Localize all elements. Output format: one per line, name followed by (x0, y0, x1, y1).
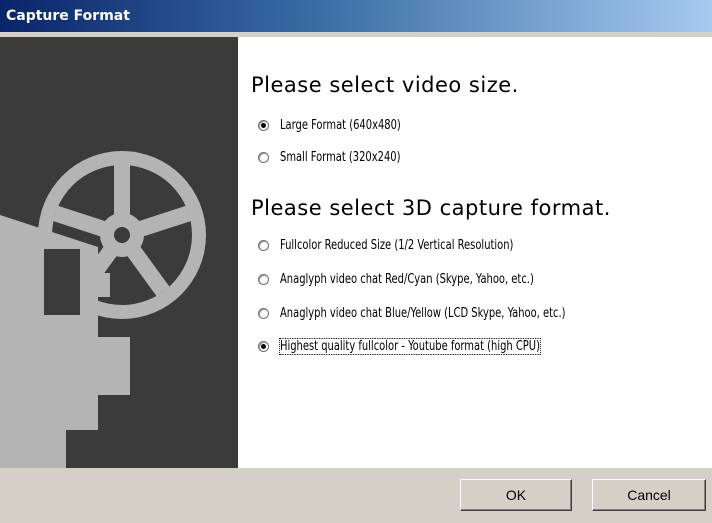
radio-button[interactable] (258, 239, 269, 251)
capture-format-heading: Please select 3D capture format. (251, 196, 611, 220)
radio-label[interactable]: Small Format (320x240) (280, 150, 400, 165)
radio-large-format[interactable]: Large Format (640x480) (258, 116, 422, 134)
radio-small-format[interactable]: Small Format (320x240) (258, 148, 422, 166)
options-panel: Please select video size. Large Format (… (238, 37, 712, 468)
video-size-heading: Please select video size. (251, 73, 519, 97)
title-bar[interactable]: Capture Format (0, 0, 712, 32)
radio-highest-quality[interactable]: Highest quality fullcolor - Youtube form… (258, 337, 586, 355)
radio-label[interactable]: Fullcolor Reduced Size (1/2 Vertical Res… (280, 238, 513, 253)
sidebar-illustration-panel (0, 37, 238, 468)
film-projector-icon (0, 151, 206, 468)
radio-button[interactable] (258, 307, 269, 319)
radio-fullcolor-reduced[interactable]: Fullcolor Reduced Size (1/2 Vertical Res… (258, 236, 555, 254)
radio-label[interactable]: Large Format (640x480) (280, 118, 401, 133)
radio-label[interactable]: Anaglyph video chat Blue/Yellow (LCD Sky… (280, 306, 566, 321)
button-bar: OK Cancel (0, 468, 712, 523)
ok-button[interactable]: OK (460, 479, 572, 511)
window-title: Capture Format (6, 8, 130, 24)
radio-button[interactable] (258, 151, 269, 163)
radio-button-checked[interactable] (258, 340, 269, 352)
radio-anaglyph-red-cyan[interactable]: Anaglyph video chat Red/Cyan (Skype, Yah… (258, 270, 579, 288)
radio-button-checked[interactable] (258, 119, 269, 131)
radio-label[interactable]: Anaglyph video chat Red/Cyan (Skype, Yah… (280, 272, 534, 287)
radio-button[interactable] (258, 273, 269, 285)
radio-anaglyph-blue-yellow[interactable]: Anaglyph video chat Blue/Yellow (LCD Sky… (258, 304, 616, 322)
radio-label[interactable]: Highest quality fullcolor - Youtube form… (279, 337, 541, 355)
cancel-button[interactable]: Cancel (592, 479, 706, 511)
capture-format-dialog: Capture Format Please select video size. (0, 0, 712, 523)
